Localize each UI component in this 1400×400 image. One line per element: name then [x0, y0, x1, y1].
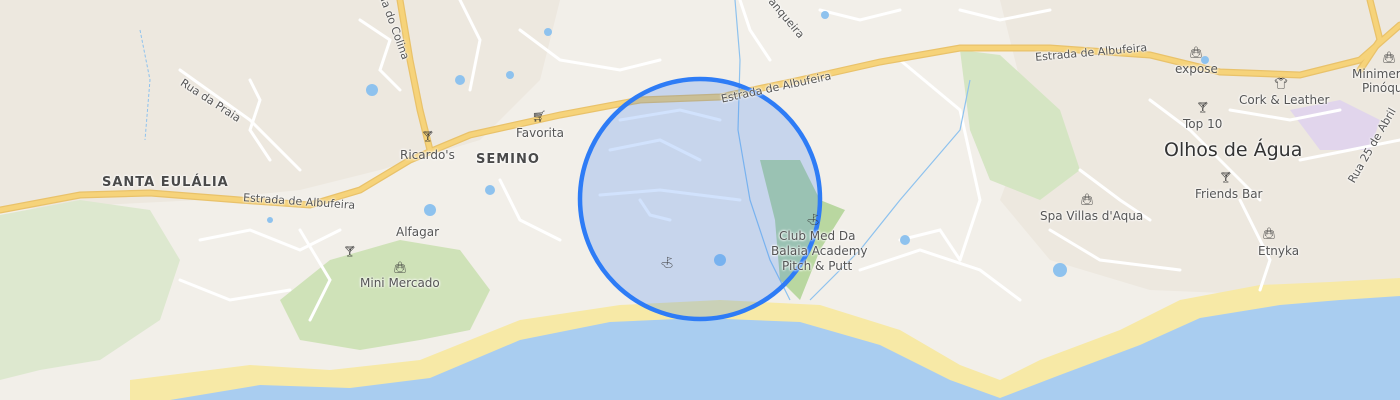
poi-label-minimercado[interactable]: Minimerc — [1352, 68, 1400, 80]
place-label-santa-eulalia[interactable]: SANTA EULÁLIA — [102, 176, 229, 189]
poi-label-spa-villas[interactable]: Spa Villas d'Aqua — [1040, 210, 1143, 222]
poi-label-expose[interactable]: expose — [1175, 63, 1218, 75]
cocktail-icon[interactable]: 🍸︎ — [1196, 102, 1210, 113]
cart-icon[interactable]: 🛒︎ — [532, 111, 546, 122]
clothes-icon[interactable]: 👕︎ — [1274, 78, 1288, 89]
poi-label-cork-leather[interactable]: Cork & Leather — [1239, 94, 1329, 106]
shopping-bag-icon[interactable]: 👜︎ — [1382, 52, 1396, 63]
poi-label-ricardos[interactable]: Ricardo's — [400, 149, 455, 161]
golf-icon[interactable]: ⛳︎ — [806, 214, 820, 225]
golf-icon[interactable]: ⛳︎ — [660, 257, 674, 268]
poi-label-mini-mercado[interactable]: Mini Mercado — [360, 277, 440, 289]
poi-label-club-med[interactable]: Pitch & Putt — [782, 260, 852, 272]
shopping-bag-icon[interactable]: 👜︎ — [393, 262, 407, 273]
poi-label-alfagar[interactable]: Alfagar — [396, 226, 439, 238]
map-view[interactable]: Olhos de Água SEMINO SANTA EULÁLIA Estra… — [0, 0, 1400, 400]
shopping-bag-icon[interactable]: 👜︎ — [1262, 228, 1276, 239]
poi-label-minimercado[interactable]: Pinóqu — [1362, 82, 1400, 94]
cocktail-icon[interactable]: 🍸︎ — [1219, 172, 1233, 183]
shopping-bag-icon[interactable]: 👜︎ — [1189, 47, 1203, 58]
poi-label-club-med[interactable]: Club Med Da — [779, 230, 856, 242]
poi-label-etnyka[interactable]: Etnyka — [1258, 245, 1299, 257]
cocktail-icon[interactable]: 🍸︎ — [421, 131, 435, 142]
poi-label-friends-bar[interactable]: Friends Bar — [1195, 188, 1263, 200]
place-label-semino[interactable]: SEMINO — [476, 153, 540, 166]
shopping-bag-icon[interactable]: 👜︎ — [1080, 194, 1094, 205]
poi-label-favorita[interactable]: Favorita — [516, 127, 564, 139]
cocktail-icon[interactable]: 🍸︎ — [343, 246, 357, 257]
poi-label-club-med[interactable]: Balaia Academy — [771, 245, 868, 257]
poi-label-top10[interactable]: Top 10 — [1183, 118, 1222, 130]
location-accuracy-circle — [577, 76, 823, 322]
place-label-olhos-de-agua[interactable]: Olhos de Água — [1164, 141, 1302, 160]
